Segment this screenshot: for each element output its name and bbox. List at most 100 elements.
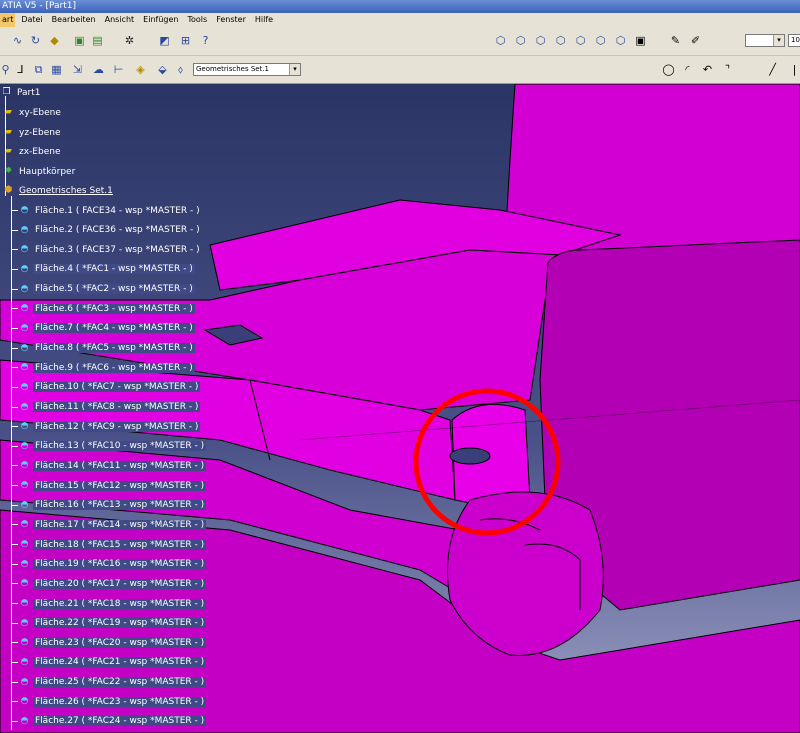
tree-node-geometric-set[interactable]: ⬢ Geometrisches Set.1 xyxy=(2,183,115,198)
plane-icon: ▰ xyxy=(5,127,12,137)
menu-bearbeiten[interactable]: Bearbeiten xyxy=(52,13,96,27)
tree-node-face[interactable]: ◓ Fläche.20 ( *FAC17 - wsp *MASTER - ) xyxy=(11,576,207,591)
wire-icon[interactable]: ☁ xyxy=(91,62,106,77)
shading-icon[interactable]: ▣ xyxy=(633,33,648,48)
surface-icon: ◓ xyxy=(20,263,29,274)
tree-node-yz-plane[interactable]: ▰ yz-Ebene xyxy=(2,125,62,140)
toolbar-top: ∿ ↻ ◆ ▣ ▤ ✲ ◩ ⊞ ? ⬡ ⬡ ⬡ ⬡ ⬡ ⬡ ⬡ ▣ ✎ ✐ ▾ … xyxy=(0,27,800,56)
tree-node-face[interactable]: ◓ Fläche.26 ( *FAC23 - wsp *MASTER - ) xyxy=(11,694,207,709)
surface-icon: ◓ xyxy=(20,283,29,294)
surface-icon: ◓ xyxy=(20,460,29,471)
view-back-icon[interactable]: ⬡ xyxy=(533,33,548,48)
surface-icon: ◓ xyxy=(20,676,29,687)
tree-icon[interactable]: ⊢ xyxy=(111,62,126,77)
tree-node-face[interactable]: ◓ Fläche.11 ( *FAC8 - wsp *MASTER - ) xyxy=(11,400,201,415)
search-icon[interactable]: ⚲ xyxy=(0,62,13,77)
menu-tools[interactable]: Tools xyxy=(187,13,207,27)
axis-system-icon[interactable]: ⅃ xyxy=(13,62,28,77)
spline-icon[interactable]: ∿ xyxy=(10,33,25,48)
grid-snap-icon[interactable]: ⊞ xyxy=(178,33,193,48)
surface-icon: ◓ xyxy=(20,205,29,215)
eraser-icon[interactable]: ◆ xyxy=(47,33,62,48)
tree-node-face[interactable]: ◓ Fläche.3 ( FACE37 - wsp *MASTER - ) xyxy=(11,242,202,257)
color-select[interactable]: ▾ xyxy=(745,34,785,47)
extrude-icon[interactable]: ▣ xyxy=(72,33,87,48)
tree-node-face[interactable]: ◓ Fläche.13 ( *FAC10 - wsp *MASTER - ) xyxy=(11,439,207,454)
tree-node-face[interactable]: ◓ Fläche.14 ( *FAC11 - wsp *MASTER - ) xyxy=(11,458,207,473)
measure-icon[interactable]: ⇲ xyxy=(70,62,85,77)
tree-node-face[interactable]: ◓ Fläche.21 ( *FAC18 - wsp *MASTER - ) xyxy=(11,596,207,611)
surface-icon: ◓ xyxy=(20,421,29,432)
tree-node-face[interactable]: ◓ Fläche.15 ( *FAC12 - wsp *MASTER - ) xyxy=(11,478,207,493)
tree-node-face[interactable]: ◓ Fläche.7 ( *FAC4 - wsp *MASTER - ) xyxy=(11,321,195,336)
window-title-bar: ATIA V5 - [Part1] xyxy=(0,0,800,13)
tree-node-face[interactable]: ◓ Fläche.16 ( *FAC13 - wsp *MASTER - ) xyxy=(11,498,207,513)
tree-node-face[interactable]: ◓ Fläche.23 ( *FAC20 - wsp *MASTER - ) xyxy=(11,635,207,650)
tree-node-face[interactable]: ◓ Fläche.24 ( *FAC21 - wsp *MASTER - ) xyxy=(11,655,207,670)
view-bottom-icon[interactable]: ⬡ xyxy=(613,33,628,48)
menu-start[interactable]: art xyxy=(0,13,16,27)
hole-face xyxy=(449,447,491,465)
menu-datei[interactable]: Datei xyxy=(21,13,42,27)
tree-node-face[interactable]: ◓ Fläche.18 ( *FAC15 - wsp *MASTER - ) xyxy=(11,537,207,552)
tree-node-face[interactable]: ◓ Fläche.25 ( *FAC22 - wsp *MASTER - ) xyxy=(11,675,207,690)
table-icon[interactable]: ▦ xyxy=(49,62,64,77)
tree-node-face[interactable]: ◓ Fläche.22 ( *FAC19 - wsp *MASTER - ) xyxy=(11,616,207,631)
tree-node-xy-plane[interactable]: ▰ xy-Ebene xyxy=(2,105,63,120)
rotate-icon[interactable]: ↻ xyxy=(28,33,43,48)
chevron-down-icon: ▾ xyxy=(289,64,300,75)
tree-node-face[interactable]: ◓ Fläche.4 ( *FAC1 - wsp *MASTER - ) xyxy=(11,262,195,277)
tree-node-root[interactable]: ❐ Part1 xyxy=(0,85,43,100)
tree-node-face[interactable]: ◓ Fläche.8 ( *FAC5 - wsp *MASTER - ) xyxy=(11,341,195,356)
tree-node-face[interactable]: ◓ Fläche.1 ( FACE34 - wsp *MASTER - ) xyxy=(11,203,202,218)
view-front-icon[interactable]: ⬡ xyxy=(513,33,528,48)
help-cursor-icon[interactable]: ? xyxy=(198,33,213,48)
line-weight-select[interactable]: 10 xyxy=(788,34,800,47)
circle-icon[interactable]: ◯ xyxy=(661,62,676,77)
tree-node-face[interactable]: ◓ Fläche.27 ( *FAC24 - wsp *MASTER - ) xyxy=(11,714,207,729)
tree-node-face[interactable]: ◓ Fläche.17 ( *FAC14 - wsp *MASTER - ) xyxy=(11,517,207,532)
tree-node-body[interactable]: ✸ Hauptkörper xyxy=(2,164,77,179)
view-left-icon[interactable]: ⬡ xyxy=(553,33,568,48)
compass-icon[interactable]: ✲ xyxy=(122,33,137,48)
arc-icon[interactable]: ◜ xyxy=(680,62,695,77)
view-right-icon[interactable]: ⬡ xyxy=(573,33,588,48)
line-icon[interactable]: ╱ xyxy=(765,62,780,77)
tree-node-face[interactable]: ◓ Fläche.5 ( *FAC2 - wsp *MASTER - ) xyxy=(11,282,195,297)
tree-node-face[interactable]: ◓ Fläche.12 ( *FAC9 - wsp *MASTER - ) xyxy=(11,419,201,434)
tree-node-face[interactable]: ◓ Fläche.6 ( *FAC3 - wsp *MASTER - ) xyxy=(11,301,195,316)
geometric-set-select[interactable]: Geometrisches Set.1 ▾ xyxy=(193,63,301,76)
pocket-icon[interactable]: ▤ xyxy=(90,33,105,48)
boolean-icon[interactable]: ⧉ xyxy=(31,62,46,77)
window-title: ATIA V5 - [Part1] xyxy=(2,1,76,11)
surface-icon: ◓ xyxy=(20,656,29,667)
surface-icon: ◓ xyxy=(20,539,29,550)
tree-node-face[interactable]: ◓ Fläche.10 ( *FAC7 - wsp *MASTER - ) xyxy=(11,380,201,395)
properties-icon[interactable]: ✎ xyxy=(668,33,683,48)
view-top-icon[interactable]: ⬡ xyxy=(593,33,608,48)
geometric-set-icon[interactable]: ⬨ xyxy=(173,62,188,77)
insert-set-icon[interactable]: ⬙ xyxy=(155,62,170,77)
scan-icon[interactable]: ◈ xyxy=(133,62,148,77)
plane-icon: ▰ xyxy=(5,107,12,117)
sketch-icon[interactable]: ◩ xyxy=(157,33,172,48)
surface-icon: ◓ xyxy=(20,480,29,491)
arc-three-point-icon[interactable]: ↶ xyxy=(700,62,715,77)
arc-corner-icon[interactable]: ⌝ xyxy=(720,62,735,77)
view-iso-icon[interactable]: ⬡ xyxy=(493,33,508,48)
tree-node-zx-plane[interactable]: ▰ zx-Ebene xyxy=(2,144,62,159)
brush-icon[interactable]: ✐ xyxy=(688,33,703,48)
surface-icon: ◓ xyxy=(20,401,29,412)
menu-einfuegen[interactable]: Einfügen xyxy=(143,13,178,27)
menu-fenster[interactable]: Fenster xyxy=(216,13,246,27)
surface-icon: ◓ xyxy=(20,499,29,510)
surface-icon: ◓ xyxy=(20,440,29,451)
tree-node-face[interactable]: ◓ Fläche.2 ( FACE36 - wsp *MASTER - ) xyxy=(11,223,202,238)
menu-ansicht[interactable]: Ansicht xyxy=(105,13,135,27)
toolbar-bottom: ⚲ ⅃ ⧉ ▦ ⇲ ☁ ⊢ ◈ ⬙ ⬨ Geometrisches Set.1 ▾… xyxy=(0,56,800,84)
menu-hilfe[interactable]: Hilfe xyxy=(255,13,273,27)
tree-node-face[interactable]: ◓ Fläche.19 ( *FAC16 - wsp *MASTER - ) xyxy=(11,557,207,572)
menu-bar: art Datei Bearbeiten Ansicht Einfügen Tools Fe… xyxy=(0,13,800,27)
tree-node-face[interactable]: ◓ Fläche.9 ( *FAC6 - wsp *MASTER - ) xyxy=(11,360,195,375)
axis-icon[interactable]: | xyxy=(787,62,800,77)
